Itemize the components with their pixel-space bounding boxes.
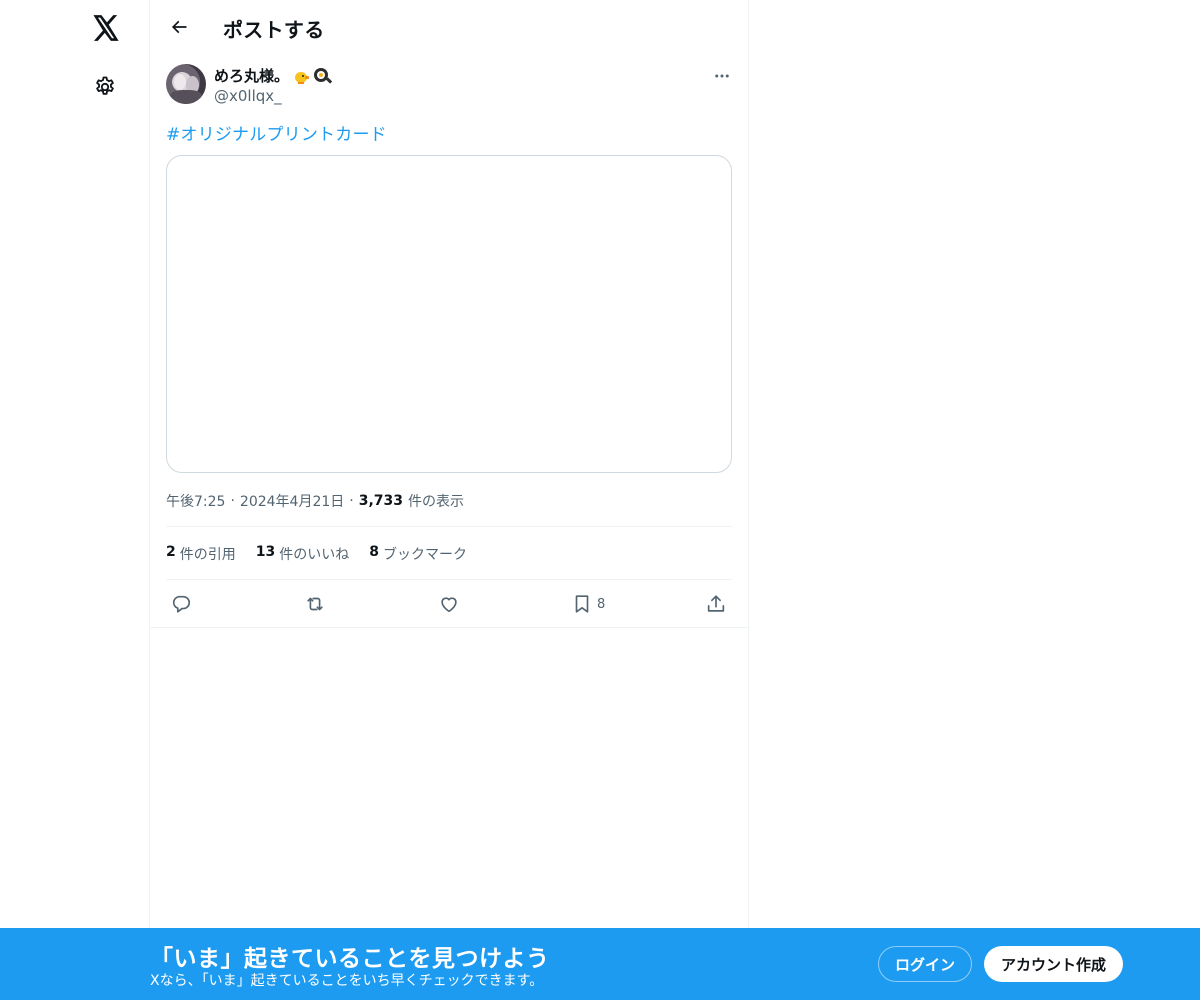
frying-pan-egg-emoji-icon [313,67,333,85]
left-nav [0,0,150,1000]
post-media[interactable] [166,155,732,473]
repost-icon [307,597,323,611]
bookmark-action-count: 8 [597,596,606,612]
page-header: ポストする [150,0,750,53]
app-root: ポストする めろ丸様。 @x0llqx_ #オリジナルプリントカード 午後7:2… [0,0,1200,1000]
meta-separator: · [349,493,354,509]
more-options-button[interactable] [710,64,734,88]
main-column: ポストする めろ丸様。 @x0llqx_ #オリジナルプリントカード 午後7:2… [149,0,750,1000]
gear-icon[interactable] [85,67,125,107]
author-handle[interactable]: @x0llqx_ [214,87,282,105]
reply-button[interactable] [170,590,192,618]
author-display-name[interactable]: めろ丸様。 [214,65,289,86]
repost-button[interactable] [303,590,327,618]
divider [166,526,732,527]
login-button[interactable]: ログイン [878,946,972,982]
avatar[interactable] [166,64,206,104]
x-logo-icon[interactable] [86,8,126,48]
meta-separator: · [230,493,235,509]
back-button[interactable] [162,10,196,44]
arrow-left-icon [171,20,187,34]
quotes-label: 件の引用 [179,547,236,563]
create-account-button[interactable]: アカウント作成 [984,946,1123,982]
likes-count: 13 [255,544,276,560]
post-hashtag-link[interactable]: #オリジナルプリントカード [166,120,387,145]
heart-icon [441,597,457,613]
banner-subtitle: Xなら、「いま」起きていることをいち早くチェックできます。 [150,973,544,989]
reply-icon [172,595,191,613]
author-name-row: めろ丸様。 [214,65,333,86]
post-meta: 午後7:25 · 2024年4月21日 · 3,733 件の表示 [166,491,464,511]
bookmarks-stat: 8 ブックマーク [369,544,467,564]
post-stats: 2 件の引用 13 件のいいね 8 ブックマーク [166,544,467,564]
post-date[interactable]: 2024年4月21日 [240,491,344,511]
divider [150,627,750,628]
share-button[interactable] [705,590,727,618]
likes-stat-link[interactable]: 13 件のいいね [256,544,349,564]
post-actions: 8 [166,588,732,620]
post-time[interactable]: 午後7:25 [166,491,225,511]
bookmarks-label: ブックマーク [382,547,467,563]
bookmark-button[interactable]: 8 [571,590,605,618]
views-label: 件の表示 [408,494,465,510]
ellipsis-icon [715,74,729,78]
quotes-stat-link[interactable]: 2 件の引用 [166,544,236,564]
page-title: ポストする [223,18,325,42]
share-icon [707,595,725,612]
likes-label: 件のいいね [279,547,350,563]
quotes-count: 2 [166,544,176,560]
divider [166,579,732,580]
chick-emoji-icon [293,68,310,84]
post-author: めろ丸様。 @x0llqx_ [166,64,734,108]
bookmark-icon [575,595,589,613]
views-count: 3,733 [358,493,404,509]
like-button[interactable] [438,590,460,618]
banner-title: 「いま」起きていることを見つけよう [150,946,550,972]
bookmarks-count: 8 [369,544,379,560]
